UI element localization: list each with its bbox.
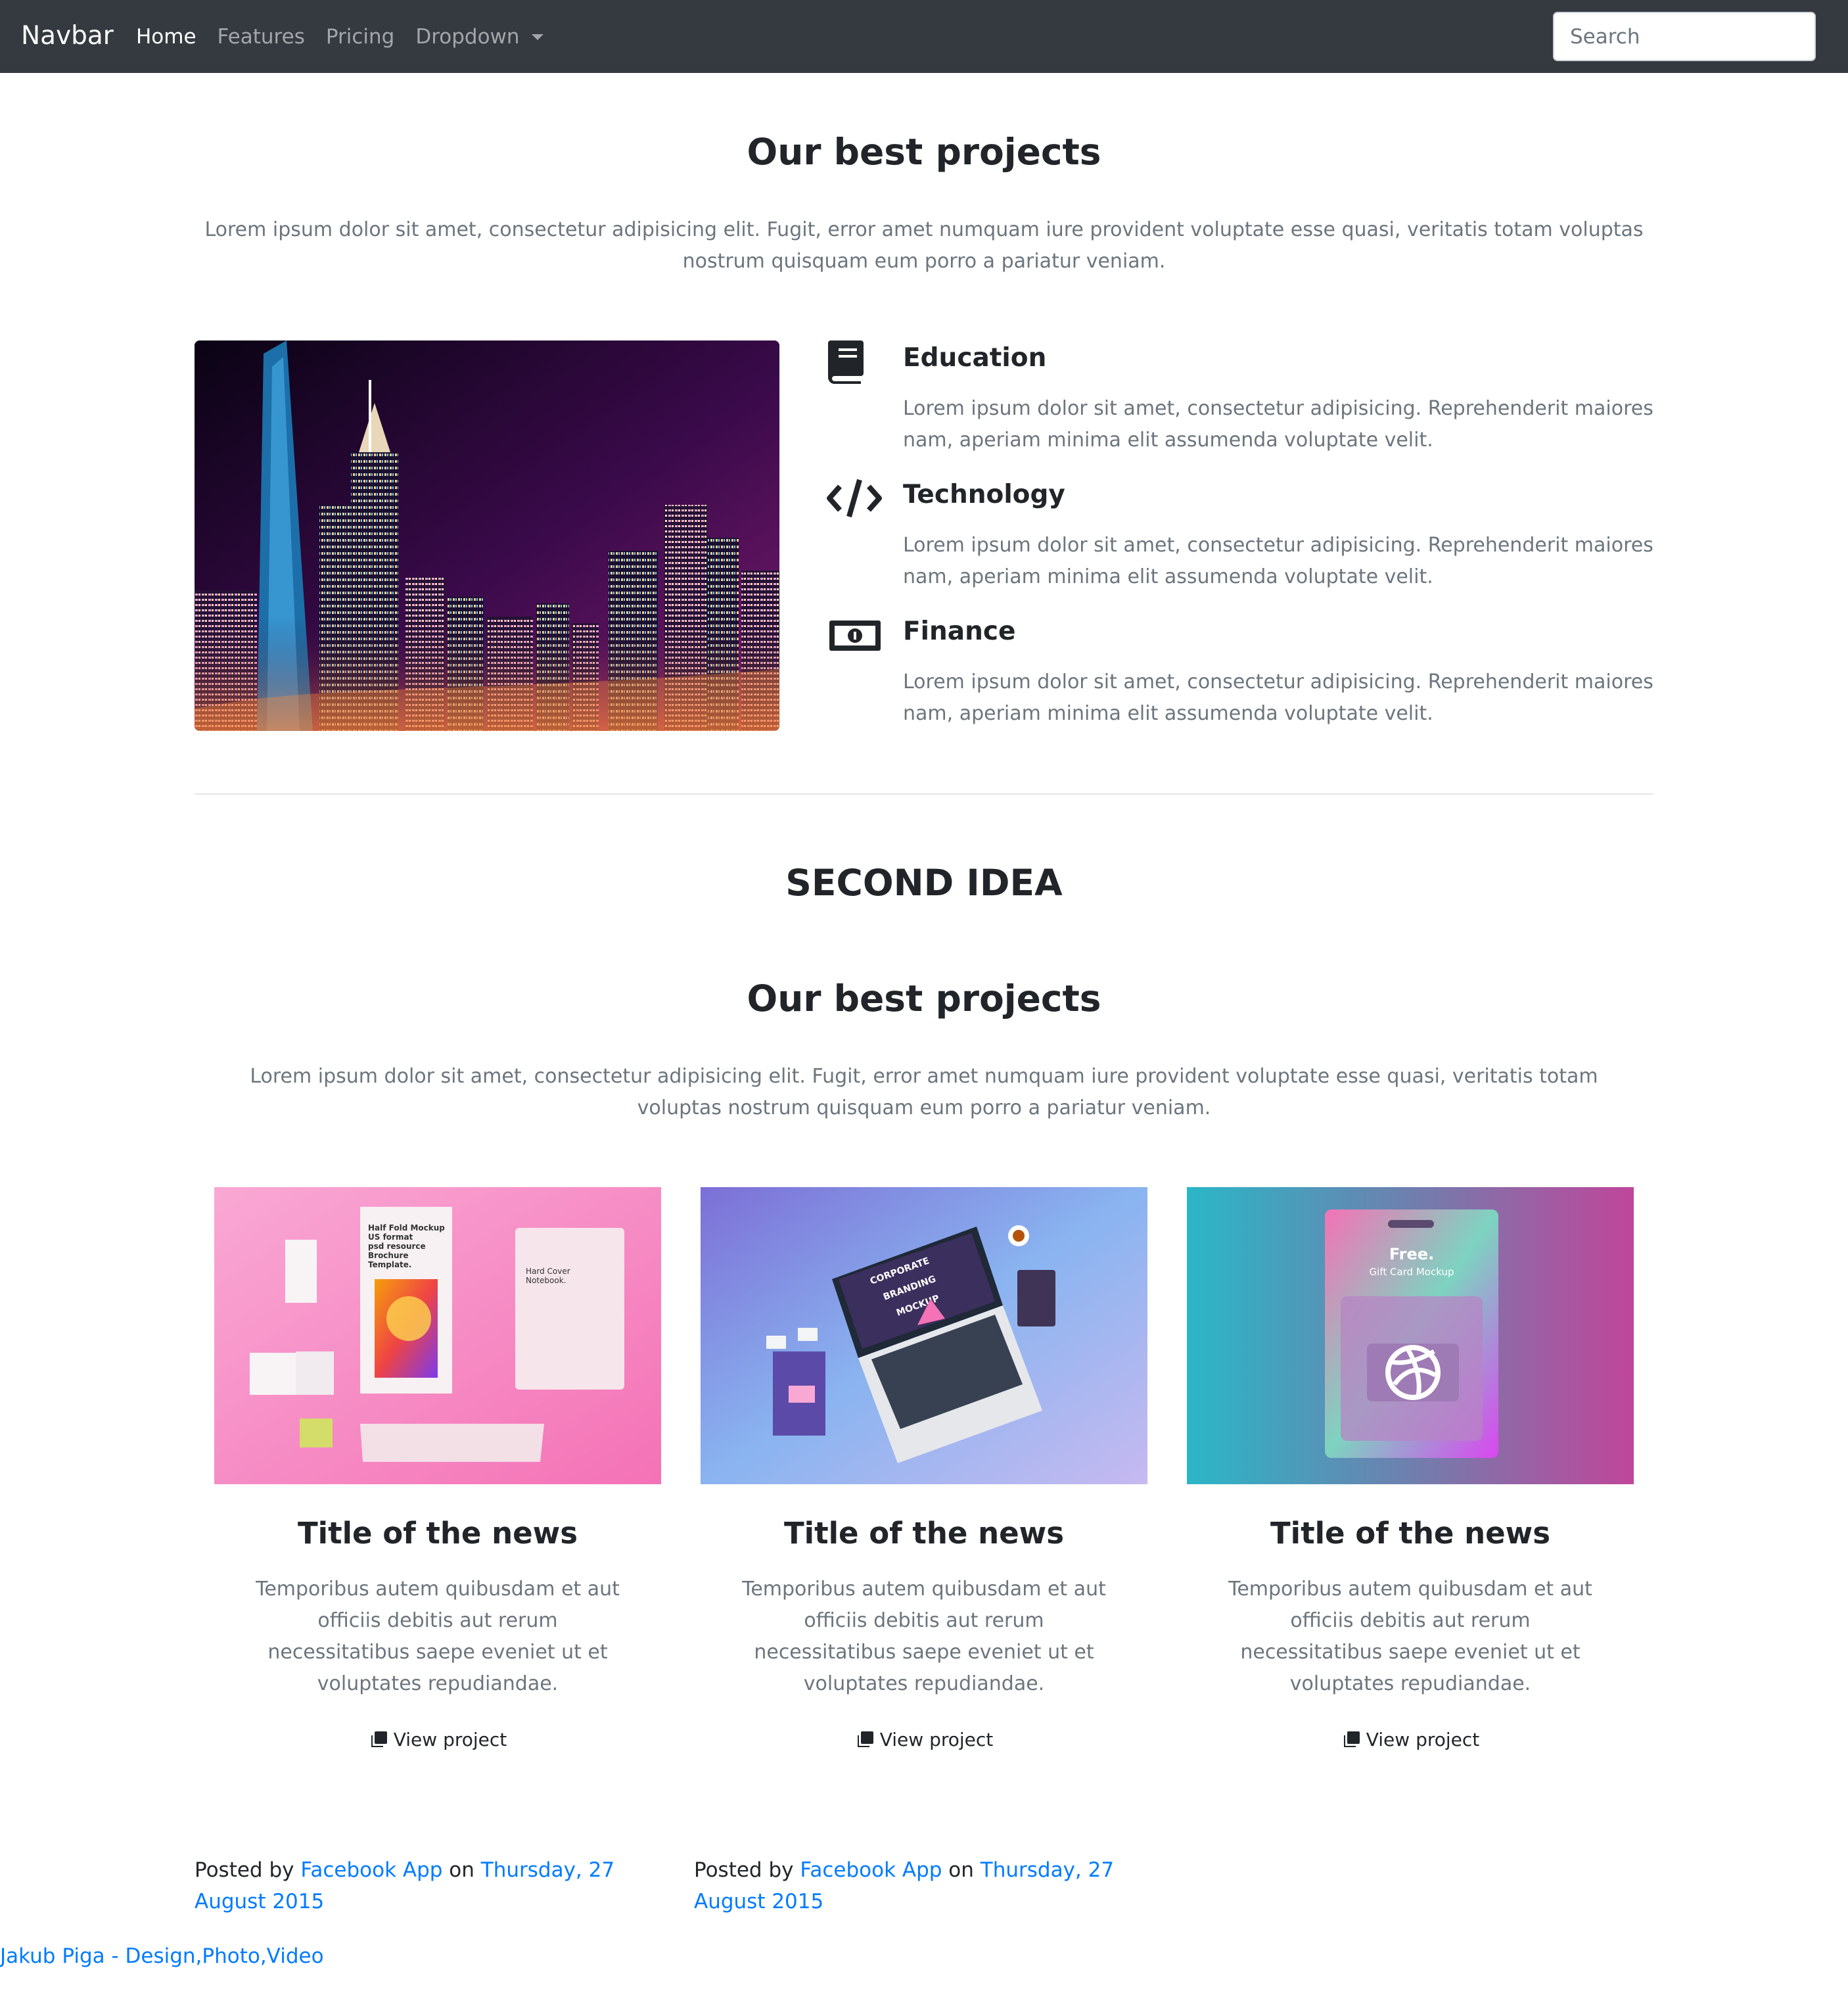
feature-title-education: Education	[903, 343, 1047, 373]
card-title-2: Title of the news	[783, 1516, 1065, 1551]
footer-credit-link[interactable]: Jakub Piga - Design,Photo,Video	[0, 1942, 324, 1971]
post-author-link[interactable]: Facebook App	[300, 1858, 442, 1882]
mockup-text-line-4: Brochure	[368, 1251, 409, 1260]
feature-text-finance: Lorem ipsum dolor sit amet, consectetur …	[903, 670, 1653, 725]
card-image-laptop: CORPORATE BRANDING MOCKUP	[701, 1187, 1147, 1484]
giftcard-text-subtitle: Gift Card Mockup	[1370, 1266, 1454, 1278]
navbar-brand[interactable]: Navbar	[21, 20, 114, 53]
feature-title-finance: Finance	[903, 617, 1016, 646]
city-night-image	[195, 340, 779, 731]
card-text-3: Temporibus autem quibusdam et aut offici…	[1228, 1578, 1592, 1695]
card-title-1: Title of the news	[297, 1516, 578, 1551]
notebook-text-line-2: Notebook.	[526, 1276, 566, 1285]
view-project-label-3: View project	[1366, 1729, 1480, 1750]
second-idea-heading: SECOND IDEA	[785, 862, 1063, 904]
card-image-stationery: Half Fold Mockup US format psd resource …	[214, 1187, 661, 1484]
mockup-text-line-1: Half Fold Mockup	[368, 1223, 445, 1232]
clone-icon	[857, 1731, 873, 1747]
feature-text-technology: Lorem ipsum dolor sit amet, consectetur …	[903, 534, 1653, 588]
clone-icon	[1343, 1731, 1360, 1747]
clone-icon	[371, 1731, 387, 1747]
section-divider	[195, 793, 1653, 795]
navbar: Navbar Home Features Pricing Dropdown	[0, 0, 1848, 73]
notebook-text-line-1: Hard Cover	[526, 1267, 570, 1276]
mockup-text-line-2: US format	[368, 1232, 413, 1242]
section2-title: Our best projects	[747, 977, 1101, 1020]
caret-down-icon	[531, 34, 543, 40]
nav-link-dropdown-label: Dropdown	[415, 25, 520, 49]
post-meta-1: Posted by Facebook App on Thursday, 27 A…	[195, 1854, 668, 1917]
mockup-text-line-3: psd resource	[368, 1242, 426, 1251]
post-middle: on	[948, 1858, 974, 1882]
card-image-giftcard: Free. Gift Card Mockup	[1187, 1187, 1634, 1484]
card-text-1: Temporibus autem quibusdam et aut offici…	[256, 1578, 620, 1695]
card-text-2: Temporibus autem quibusdam et aut offici…	[742, 1578, 1106, 1695]
mockup-text-line-5: Template.	[368, 1260, 411, 1269]
section2-lead: Lorem ipsum dolor sit amet, consectetur …	[250, 1065, 1598, 1119]
money-bill-icon	[827, 613, 883, 659]
view-project-link-1[interactable]: View project	[214, 1729, 661, 1750]
feature-title-technology: Technology	[903, 480, 1065, 509]
nav-link-home[interactable]: Home	[136, 22, 196, 51]
book-icon	[827, 339, 883, 385]
view-project-link-3[interactable]: View project	[1187, 1729, 1634, 1750]
post-middle: on	[449, 1858, 474, 1882]
nav-links: Home Features Pricing Dropdown	[136, 22, 543, 51]
giftcard-text-free: Free.	[1389, 1245, 1434, 1263]
card-title-3: Title of the news	[1270, 1516, 1551, 1551]
nav-link-pricing[interactable]: Pricing	[326, 22, 395, 51]
view-project-label-2: View project	[879, 1729, 994, 1750]
post-prefix: Posted by	[195, 1858, 294, 1882]
code-icon	[827, 476, 883, 522]
feature-text-education: Lorem ipsum dolor sit amet, consectetur …	[903, 397, 1653, 452]
view-project-link-2[interactable]: View project	[701, 1729, 1147, 1750]
post-author-link[interactable]: Facebook App	[800, 1858, 942, 1882]
nav-link-dropdown[interactable]: Dropdown	[415, 22, 543, 51]
search-input[interactable]	[1553, 12, 1816, 61]
section1-lead: Lorem ipsum dolor sit amet, consectetur …	[204, 218, 1644, 273]
post-prefix: Posted by	[694, 1858, 794, 1882]
nav-link-features[interactable]: Features	[218, 22, 305, 51]
post-meta-2: Posted by Facebook App on Thursday, 27 A…	[694, 1854, 1167, 1917]
view-project-label-1: View project	[393, 1729, 507, 1750]
section1-title: Our best projects	[747, 131, 1101, 173]
